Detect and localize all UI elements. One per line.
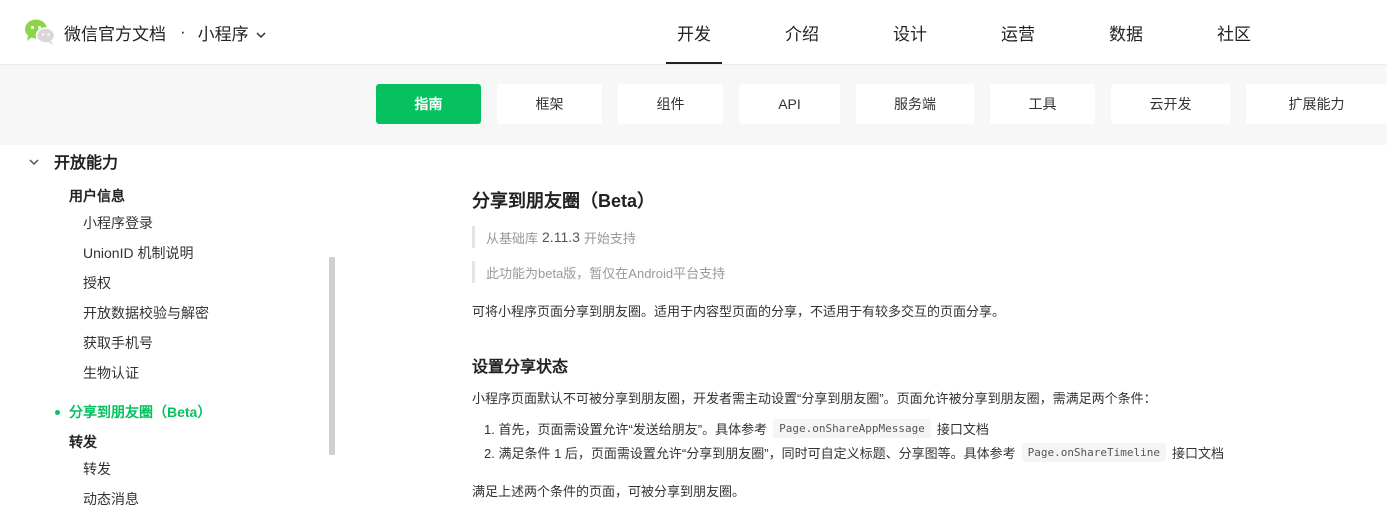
sidebar-item-forward[interactable]: 转发 bbox=[83, 459, 111, 479]
beta-note: 此功能为beta版，暂仅在Android平台支持 bbox=[472, 261, 725, 283]
tab-extensions[interactable]: 扩展能力 bbox=[1246, 84, 1387, 124]
sidebar-item-data-verify[interactable]: 开放数据校验与解密 bbox=[83, 303, 209, 323]
conclusion-paragraph: 满足上述两个条件的页面，可被分享到朋友圈。 bbox=[472, 484, 746, 499]
sidebar-item-phone[interactable]: 获取手机号 bbox=[83, 333, 153, 353]
tab-server[interactable]: 服务端 bbox=[856, 84, 974, 124]
step-1-suffix: 接口文档 bbox=[936, 422, 989, 437]
sub-tab-bar: 指南 框架 组件 API 服务端 工具 云开发 扩展能力 bbox=[0, 65, 1387, 145]
tab-tools[interactable]: 工具 bbox=[990, 84, 1095, 124]
sidebar-item-auth[interactable]: 授权 bbox=[83, 273, 111, 293]
sidebar-group-forward: 转发 bbox=[69, 434, 97, 450]
step-1-text: 1. 首先，页面需设置允许“发送给朋友”。具体参考 bbox=[484, 422, 768, 437]
wechat-logo-icon bbox=[24, 18, 56, 46]
brand[interactable]: 微信官方文档 · 小程序 bbox=[24, 18, 267, 46]
nav-develop[interactable]: 开发 bbox=[640, 0, 748, 65]
sidebar-item-login[interactable]: 小程序登录 bbox=[83, 213, 153, 233]
product-switcher[interactable]: 小程序 bbox=[198, 20, 267, 45]
section-heading: 设置分享状态 bbox=[472, 359, 569, 376]
sidebar-group-user-info: 用户信息 bbox=[69, 188, 125, 204]
sidebar-scrollbar[interactable] bbox=[329, 257, 335, 455]
sidebar-item-dynamic-message[interactable]: 动态消息 bbox=[83, 489, 139, 509]
version-number: 2.11.3 bbox=[542, 229, 580, 245]
brand-title: 微信官方文档 bbox=[64, 24, 166, 44]
tab-framework[interactable]: 框架 bbox=[497, 84, 602, 124]
nav-design[interactable]: 设计 bbox=[856, 0, 964, 65]
nav-intro[interactable]: 介绍 bbox=[748, 0, 856, 65]
sidebar-item-unionid[interactable]: UnionID 机制说明 bbox=[83, 243, 193, 263]
nav-operation[interactable]: 运营 bbox=[964, 0, 1072, 65]
sidebar-section-open-capabilities[interactable]: 开放能力 bbox=[28, 149, 118, 173]
code-onsharetimeline[interactable]: Page.onShareTimeline bbox=[1021, 443, 1167, 462]
step-2-text: 2. 满足条件 1 后，页面需设置允许“分享到朋友圈”，同时可自定义标题、分享图… bbox=[484, 446, 1016, 461]
tab-components[interactable]: 组件 bbox=[618, 84, 723, 124]
sidebar-item-label: 分享到朋友圈（Beta） bbox=[69, 404, 212, 420]
product-name: 小程序 bbox=[197, 24, 249, 44]
page-title: 分享到朋友圈（Beta） bbox=[472, 191, 656, 211]
list-item-step-1: 1. 首先，页面需设置允许“发送给朋友”。具体参考 Page.onShareAp… bbox=[484, 419, 989, 438]
code-onshareappmessage[interactable]: Page.onShareAppMessage bbox=[773, 419, 931, 438]
step-2-suffix: 接口文档 bbox=[1172, 446, 1225, 461]
section-description: 小程序页面默认不可被分享到朋友圈，开发者需主动设置“分享到朋友圈”。页面允许被分… bbox=[472, 391, 1157, 406]
brand-separator: · bbox=[180, 22, 186, 41]
top-nav: 开发 介绍 设计 运营 数据 社区 bbox=[640, 0, 1288, 65]
tab-api[interactable]: API bbox=[739, 84, 840, 124]
tab-cloud[interactable]: 云开发 bbox=[1111, 84, 1230, 124]
intro-paragraph: 可将小程序页面分享到朋友圈。适用于内容型页面的分享，不适用于有较多交互的页面分享… bbox=[472, 304, 1006, 319]
version-note-suffix: 开始支持 bbox=[583, 230, 636, 246]
top-header: 微信官方文档 · 小程序 开发 介绍 设计 运营 数据 社区 bbox=[0, 0, 1387, 65]
sidebar: 开放能力 用户信息 小程序登录 UnionID 机制说明 授权 开放数据校验与解… bbox=[0, 145, 336, 515]
sidebar-section-label: 开放能力 bbox=[54, 155, 119, 172]
nav-community[interactable]: 社区 bbox=[1180, 0, 1288, 65]
version-note-prefix: 从基础库 bbox=[486, 230, 539, 246]
chevron-down-icon bbox=[255, 26, 267, 39]
doc-content: 分享到朋友圈（Beta） 从基础库 2.11.3 开始支持 此功能为beta版，… bbox=[336, 145, 1387, 515]
sidebar-item-share-timeline[interactable]: 分享到朋友圈（Beta） bbox=[55, 402, 211, 422]
chevron-down-icon bbox=[28, 155, 40, 167]
list-item-step-2: 2. 满足条件 1 后，页面需设置允许“分享到朋友圈”，同时可自定义标题、分享图… bbox=[484, 443, 1224, 462]
sidebar-item-bio-auth[interactable]: 生物认证 bbox=[83, 363, 139, 383]
active-bullet-icon bbox=[55, 409, 60, 415]
nav-data[interactable]: 数据 bbox=[1072, 0, 1180, 65]
version-note: 从基础库 2.11.3 开始支持 bbox=[472, 226, 636, 248]
tab-guide[interactable]: 指南 bbox=[376, 84, 481, 124]
